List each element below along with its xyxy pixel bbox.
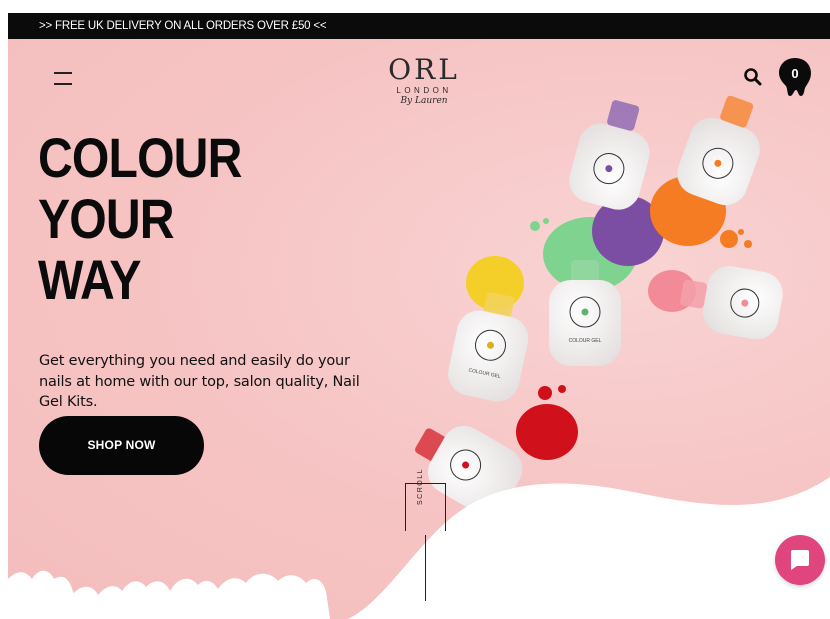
svg-text:COLOUR GEL: COLOUR GEL xyxy=(468,367,502,380)
logo-mark: ORL xyxy=(388,53,460,86)
headline-line: YOUR xyxy=(38,187,175,250)
svg-text:COLOUR GEL: COLOUR GEL xyxy=(569,338,602,344)
promo-text: >> FREE UK DELIVERY ON ALL ORDERS OVER £… xyxy=(39,20,327,32)
hero-section: COLOUR GEL COLOUR GEL ORL LONDON By Laur… xyxy=(8,39,830,619)
menu-line xyxy=(54,72,72,74)
cart-button[interactable]: 0 xyxy=(779,56,813,100)
bottle-green: COLOUR GEL xyxy=(549,260,621,366)
chat-button[interactable] xyxy=(775,535,825,585)
hero-subtext: Get everything you need and easily do yo… xyxy=(39,353,360,410)
scroll-indicator[interactable] xyxy=(405,483,446,531)
shop-now-button[interactable]: SHOP NOW xyxy=(39,416,204,475)
headline-line: WAY xyxy=(38,248,142,311)
bottle-yellow: COLOUR GEL xyxy=(448,292,529,402)
bottle-pink xyxy=(680,266,783,340)
menu-icon[interactable] xyxy=(54,69,74,85)
chat-bubble-icon xyxy=(791,550,809,570)
bottle-orange xyxy=(677,95,760,206)
search-icon[interactable] xyxy=(743,67,763,87)
headline-line: COLOUR xyxy=(38,126,242,189)
logo-script: By Lauren xyxy=(400,96,448,106)
scroll-label: SCROLL xyxy=(417,467,424,505)
logo-sub: LONDON xyxy=(396,86,452,95)
hero-headline: COLOUR YOUR WAY xyxy=(38,127,262,310)
promo-bar: >> FREE UK DELIVERY ON ALL ORDERS OVER £… xyxy=(8,13,830,39)
bottle-purple xyxy=(569,100,650,210)
menu-line xyxy=(54,83,72,85)
logo[interactable]: ORL LONDON By Lauren xyxy=(379,55,469,119)
page: >> FREE UK DELIVERY ON ALL ORDERS OVER £… xyxy=(8,13,830,619)
drip-shape xyxy=(8,570,330,619)
polish-splashes xyxy=(466,176,752,460)
scroll-line xyxy=(425,535,426,601)
cart-count: 0 xyxy=(791,66,799,81)
